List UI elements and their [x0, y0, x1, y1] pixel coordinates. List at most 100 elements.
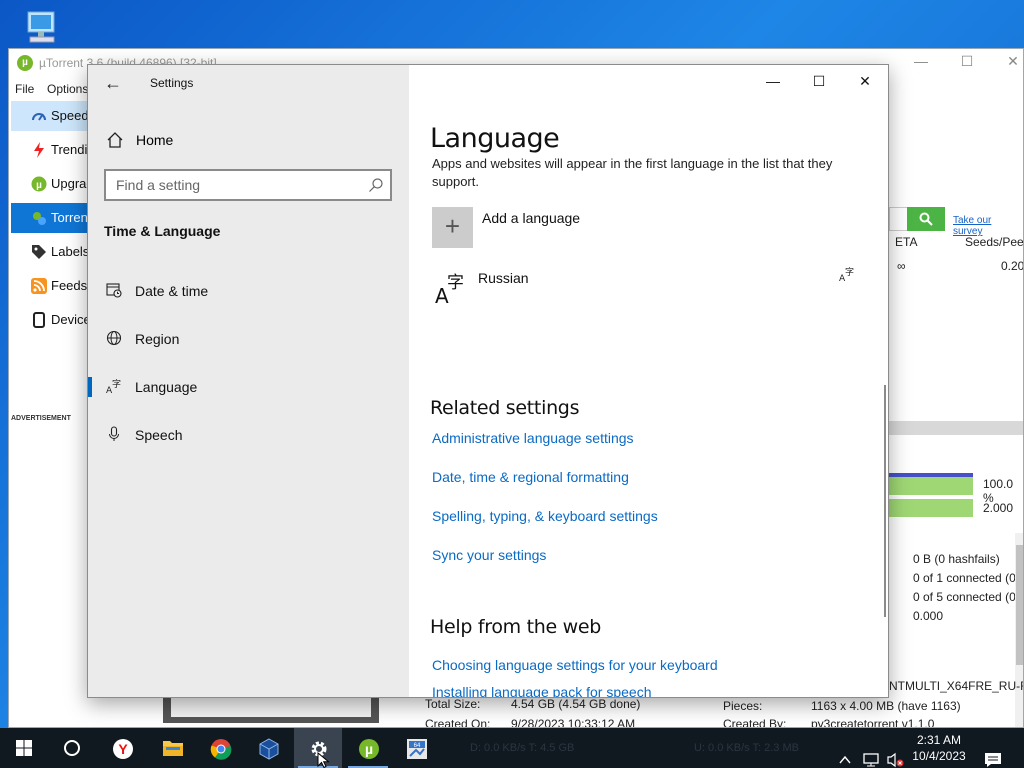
- nav-item-label: Date & time: [135, 283, 209, 299]
- language-options-icon[interactable]: A字: [839, 266, 855, 282]
- nav-section-title: Time & Language: [104, 223, 221, 239]
- nav-item-date-time[interactable]: Date & time: [88, 273, 409, 309]
- notifications-icon[interactable]: [984, 740, 1002, 768]
- sidebar-label: Feeds: [51, 278, 88, 293]
- column-eta[interactable]: ETA: [895, 235, 917, 259]
- nav-item-label: Region: [135, 331, 180, 347]
- utorrent-logo-icon: µ: [17, 55, 33, 71]
- sidebar-item-trending[interactable]: Trending: [11, 135, 102, 165]
- nav-item-label: Language: [135, 379, 198, 395]
- this-pc-desktop-icon[interactable]: [22, 8, 62, 48]
- nav-item-language[interactable]: A字 Language: [88, 369, 409, 405]
- related-settings-heading: Related settings: [430, 397, 580, 419]
- nav-item-label: Speech: [135, 427, 183, 443]
- speech-language-pack-link[interactable]: Installing language pack for speech: [432, 684, 651, 697]
- language-icon[interactable]: A字: [435, 271, 467, 305]
- network-icon[interactable]: [862, 740, 880, 768]
- search-button[interactable]: [907, 207, 945, 231]
- svg-text:µ: µ: [36, 180, 42, 191]
- sidebar-item-labels[interactable]: Labels: [11, 237, 93, 267]
- svg-text:µ: µ: [365, 741, 373, 757]
- clock[interactable]: 2:31 AM 10/4/2023: [908, 732, 970, 764]
- chrome-button[interactable]: [196, 728, 244, 768]
- plus-icon[interactable]: +: [432, 207, 473, 248]
- cortana-button[interactable]: [48, 728, 96, 768]
- volume-muted-icon[interactable]: [886, 740, 904, 768]
- svg-text:字: 字: [112, 378, 121, 390]
- svg-text:字: 字: [447, 273, 464, 293]
- date-time-formatting-link[interactable]: Date, time & regional formatting: [432, 469, 629, 485]
- settings-window: ← Settings Home Find a setting Time & La…: [87, 64, 889, 698]
- cpuz-button[interactable]: 64: [392, 728, 440, 768]
- add-language-button[interactable]: Add a language: [482, 210, 580, 226]
- utorrent-upload-status: U: 0.0 KB/s T: 2.3 MB: [694, 742, 799, 754]
- speed-icon: [32, 113, 46, 121]
- ratio-bar: [889, 499, 973, 517]
- find-setting-input[interactable]: Find a setting: [104, 169, 392, 201]
- nav-home[interactable]: Home: [104, 129, 394, 153]
- find-setting-placeholder: Find a setting: [116, 177, 201, 193]
- help-heading: Help from the web: [430, 616, 602, 638]
- torrent-name: NTMULTI_X64FRE_RU-RU: [889, 679, 1024, 693]
- sidebar-item-speed[interactable]: Speed: [11, 101, 93, 131]
- keyboard-language-help-link[interactable]: Choosing language settings for your keyb…: [432, 657, 718, 673]
- nav-item-region[interactable]: Region: [88, 321, 409, 357]
- file-explorer-button[interactable]: [148, 728, 196, 768]
- utorrent-download-status: D: 0.0 KB/s T: 4.5 GB: [470, 742, 575, 754]
- home-icon: [107, 132, 123, 148]
- spelling-typing-keyboard-link[interactable]: Spelling, typing, & keyboard settings: [432, 508, 658, 524]
- ratio-value: 2.000: [983, 501, 1014, 515]
- mouse-cursor-icon: [317, 752, 330, 768]
- row-eta: ∞: [897, 259, 906, 273]
- pieces-label: Pieces:: [723, 699, 763, 713]
- chrome-icon: [210, 739, 232, 760]
- settings-nav-pane: ← Settings Home Find a setting Time & La…: [88, 65, 409, 697]
- content-scrollbar[interactable]: [884, 385, 886, 617]
- sidebar-item-upgrade[interactable]: µ Upgrade: [11, 169, 101, 199]
- search-icon: [369, 178, 383, 192]
- search-icon: [919, 212, 933, 226]
- rss-icon: [31, 278, 47, 294]
- sidebar-item-feeds[interactable]: Feeds: [11, 271, 93, 301]
- total-size-value: 4.54 GB (4.54 GB done): [511, 697, 641, 711]
- maximize-button[interactable]: ☐: [796, 65, 842, 97]
- admin-language-settings-link[interactable]: Administrative language settings: [432, 430, 634, 446]
- yandex-icon: Y: [113, 739, 133, 759]
- cpu-z-icon: 64: [407, 739, 427, 759]
- created-on-label: Created On:: [425, 717, 491, 728]
- take-survey-link[interactable]: Take our survey: [953, 215, 1023, 237]
- virtualbox-button[interactable]: [244, 728, 292, 768]
- row-seeds: 0.200: [1001, 259, 1024, 273]
- language-icon: A字: [106, 378, 121, 394]
- yandex-browser-button[interactable]: Y: [98, 728, 146, 768]
- menu-file[interactable]: File: [15, 82, 34, 96]
- chevron-up-icon[interactable]: [838, 740, 852, 768]
- virtualbox-icon: [259, 738, 279, 760]
- utorrent-taskbar-button[interactable]: µ: [344, 728, 392, 768]
- close-button[interactable]: ✕: [842, 65, 888, 97]
- nav-item-speech[interactable]: Speech: [88, 417, 409, 453]
- peers-value: 0 of 5 connected (0: [913, 590, 1016, 604]
- globe-icon: [106, 330, 122, 346]
- sidebar-item-torrents[interactable]: Torrents: [11, 203, 98, 233]
- utorrent-maximize-button[interactable]: ☐: [945, 53, 989, 73]
- settings-content: — ☐ ✕ Language Apps and websites will ap…: [409, 65, 888, 697]
- sync-settings-link[interactable]: Sync your settings: [432, 547, 546, 563]
- svg-text:64: 64: [414, 743, 421, 749]
- details-scrollbar[interactable]: [1015, 533, 1023, 727]
- utorrent-close-button[interactable]: ✕: [991, 53, 1023, 73]
- device-icon: [33, 312, 45, 328]
- utorrent-minimize-button[interactable]: —: [899, 53, 943, 73]
- utorrent-icon: µ: [31, 176, 47, 192]
- back-arrow-icon[interactable]: ←: [104, 73, 122, 94]
- column-seeds-peers[interactable]: Seeds/Peers: [965, 235, 1023, 259]
- start-button[interactable]: [0, 728, 48, 768]
- language-item-russian[interactable]: Russian: [478, 270, 529, 286]
- horizontal-scrollbar[interactable]: [889, 421, 1023, 435]
- folder-icon: [163, 741, 183, 756]
- torrent-search-input[interactable]: [889, 207, 907, 231]
- sidebar-item-devices[interactable]: Devices: [11, 305, 97, 335]
- sidebar-label: Speed: [51, 108, 89, 123]
- minimize-button[interactable]: —: [750, 65, 796, 97]
- menu-options[interactable]: Options: [47, 82, 88, 96]
